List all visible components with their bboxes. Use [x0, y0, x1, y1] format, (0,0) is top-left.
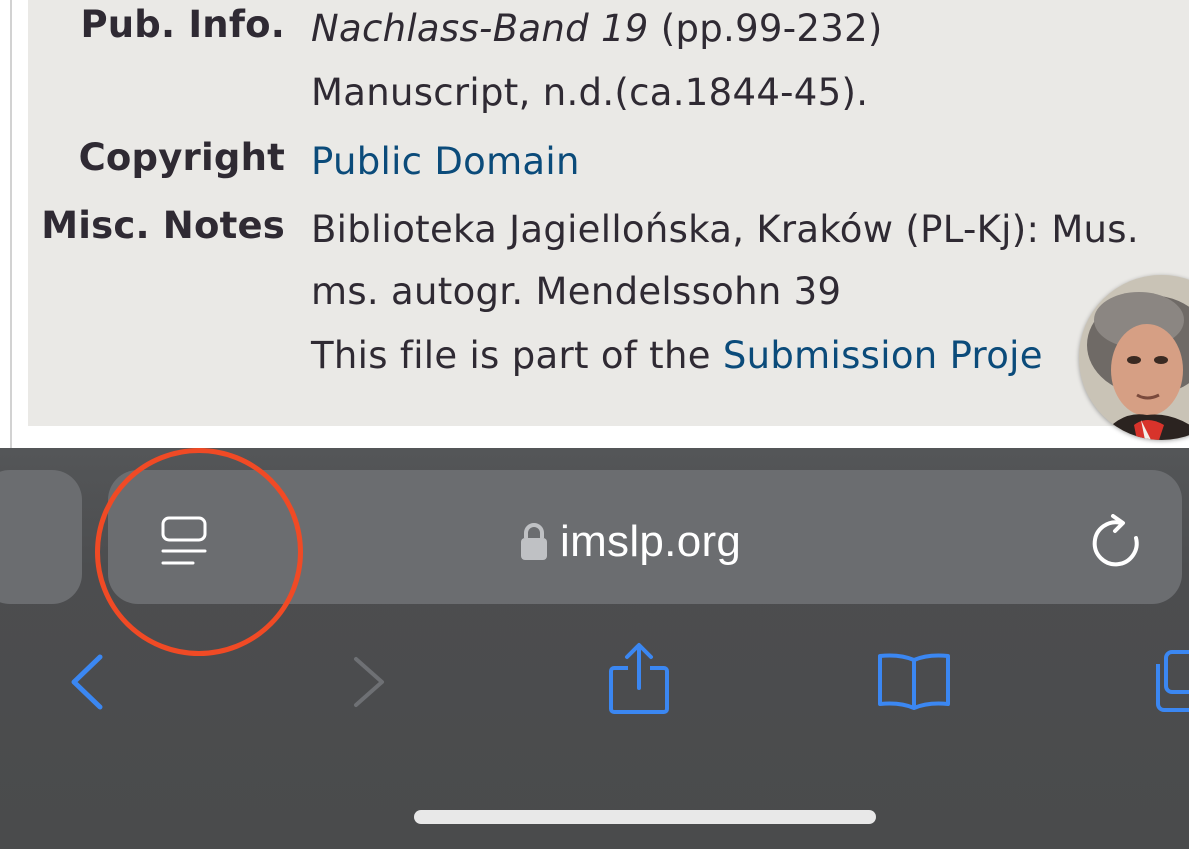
lock-icon	[521, 523, 547, 560]
chevron-right-icon[interactable]	[352, 656, 386, 708]
info-table: Pub. Info. Nachlass-Band 19 (pp.99-232) …	[28, 0, 1189, 426]
misc-notes-label: Misc. Notes	[41, 204, 285, 247]
pub-info-pages: (pp.99-232)	[660, 7, 883, 50]
url-text: imslp.org	[560, 517, 742, 566]
misc-notes-line3-prefix: This file is part of the	[311, 334, 723, 377]
pub-info-line2: Manuscript, n.d.(ca.1844-45).	[311, 71, 869, 114]
copyright-label: Copyright	[78, 136, 285, 179]
tabs-icon[interactable]	[1152, 648, 1189, 714]
web-content: Pub. Info. Nachlass-Band 19 (pp.99-232) …	[0, 0, 1189, 448]
pub-info-value: Nachlass-Band 19 (pp.99-232)	[311, 7, 883, 50]
highlight-circle	[95, 448, 303, 656]
misc-notes-line3: This file is part of the Submission Proj…	[311, 334, 1043, 377]
reload-icon[interactable]	[1091, 514, 1141, 568]
copyright-link[interactable]: Public Domain	[311, 140, 580, 183]
pub-info-label: Pub. Info.	[80, 3, 285, 46]
submission-project-link[interactable]: Submission Proje	[723, 334, 1043, 377]
misc-notes-line1: Biblioteka Jagiellońska, Kraków (PL-Kj):…	[311, 208, 1139, 251]
previous-tab-preview[interactable]	[0, 470, 82, 604]
url-field[interactable]: imslp.org	[520, 512, 741, 572]
chevron-left-icon[interactable]	[70, 654, 104, 710]
pub-info-title: Nachlass-Band 19	[311, 7, 649, 50]
home-indicator[interactable]	[414, 810, 876, 824]
share-icon[interactable]	[608, 642, 670, 716]
book-icon[interactable]	[876, 652, 952, 710]
page-border	[10, 0, 12, 448]
misc-notes-line2: ms. autogr. Mendelssohn 39	[311, 270, 842, 313]
